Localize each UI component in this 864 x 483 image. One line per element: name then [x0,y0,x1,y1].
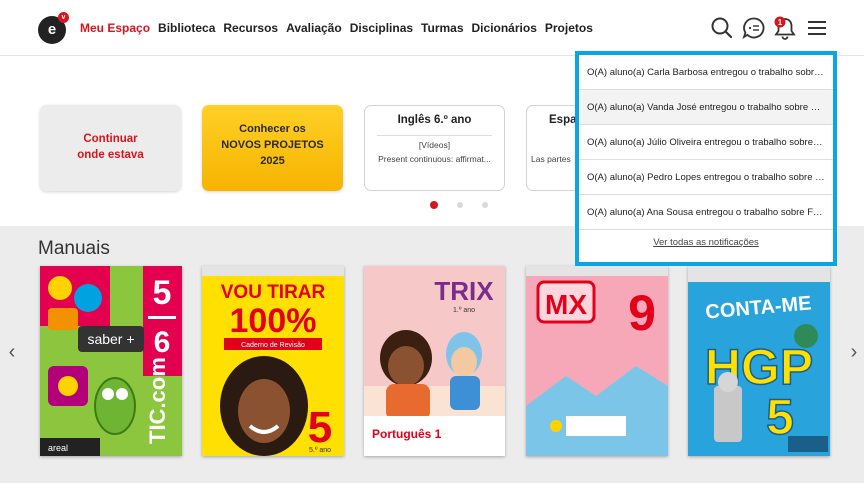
new-projects-card[interactable]: Conhecer os NOVOS PROJETOS 2025 [202,105,343,191]
manuais-heading: Manuais [38,238,110,259]
nav-biblioteca[interactable]: Biblioteca [158,21,215,35]
book-mx-9[interactable]: MX 9 [526,266,668,456]
continue-line1: Continuar [83,133,138,145]
logo-badge: v [58,12,69,23]
continue-card-label: Continuar onde estava [40,131,181,163]
nav-dicionarios[interactable]: Dicionários [472,21,537,35]
ingles-card-desc: Present continuous: affirmat... [378,154,491,164]
nav-avaliacao[interactable]: Avaliação [286,21,342,35]
nav-projetos[interactable]: Projetos [545,21,593,35]
bell-badge-count: 1 [778,18,783,27]
notification-item[interactable]: O(A) aluno(a) Ana Sousa entregou o traba… [579,195,833,230]
carousel-dot-2[interactable] [457,202,463,208]
carousel-dot-1[interactable] [430,201,438,209]
logo-letter: e [47,21,57,38]
projects-line3: 2025 [260,155,285,167]
book2-subtitle: Caderno de Revisão [241,342,305,349]
continue-line2: onde estava [77,149,144,161]
notifications-dropdown: O(A) aluno(a) Carla Barbosa entregou o t… [575,51,837,266]
book3-title: TRIX [434,276,494,306]
book1-bottom-number: 6 [154,326,171,359]
book-tic-com[interactable]: 5 6 saber + TIC.com areal [40,266,182,456]
projects-line2: NOVOS PROJETOS [221,139,324,151]
chat-icon[interactable] [741,15,767,41]
book4-title: MX [545,289,587,320]
book3-label: Português 1 [372,427,442,441]
book1-brand: saber + [87,331,134,347]
projects-line1: Conhecer os [239,123,306,135]
carousel-dot-3[interactable] [482,202,488,208]
book1-publisher: areal [48,443,68,453]
nav-turmas[interactable]: Turmas [421,21,463,35]
menu-icon[interactable] [804,15,830,41]
book-trix-portugues-1[interactable]: TRIX 1.º ano Português 1 [364,266,505,456]
book2-title-line1: VOU TIRAR [221,282,326,303]
page: e v Meu Espaço Biblioteca Recursos Avali… [0,0,864,483]
see-all-notifications-link[interactable]: Ver todas as notificações [579,237,833,248]
notification-item[interactable]: O(A) aluno(a) Júlio Oliveira entregou o … [579,125,833,160]
book2-grade-label: 5.º ano [309,447,331,454]
nav-recursos[interactable]: Recursos [223,21,278,35]
bell-icon[interactable]: 1 [772,15,798,41]
escola-virtual-logo[interactable]: e v [38,12,69,44]
book2-title-line2: 100% [230,302,317,340]
nav-meu-espaco[interactable]: Meu Espaço [80,21,150,35]
ingles-card-type: [Vídeos] [418,140,451,150]
chevron-left-icon[interactable]: ‹ [2,340,22,364]
continue-card[interactable]: Continuar onde estava [40,105,181,191]
book2-grade: 5 [308,403,332,452]
book3-subtitle: 1.º ano [453,307,475,314]
nav-disciplinas[interactable]: Disciplinas [350,21,413,35]
book-vou-tirar-100[interactable]: VOU TIRAR 100% Caderno de Revisão 5 5.º … [202,266,344,456]
book4-grade: 9 [628,285,656,341]
esp-card-desc: Las partes [531,154,571,164]
main-nav: Meu Espaço Biblioteca Recursos Avaliação… [80,21,593,35]
ingles-card-title: Inglês 6.º ano [397,114,472,126]
notification-item[interactable]: O(A) aluno(a) Vanda José entregou o trab… [579,90,833,125]
esp-card-title: Espa [549,114,577,126]
book-conta-me-hgp-5[interactable]: CONTA-ME HGP 5 [688,266,830,456]
top-header: e v Meu Espaço Biblioteca Recursos Avali… [0,0,864,56]
book1-top-number: 5 [153,274,172,312]
book1-title: TIC.com [145,357,170,444]
chevron-right-icon[interactable]: › [844,340,864,364]
carousel-pagination [430,201,488,209]
projects-card-label: Conhecer os NOVOS PROJETOS 2025 [202,121,343,169]
ingles-resource-card[interactable]: Inglês 6.º ano [Vídeos] Present continuo… [364,105,505,191]
card-divider [377,135,492,136]
search-icon[interactable] [709,15,735,41]
notification-item[interactable]: O(A) aluno(a) Carla Barbosa entregou o t… [579,55,833,90]
notification-item[interactable]: O(A) aluno(a) Pedro Lopes entregou o tra… [579,160,833,195]
